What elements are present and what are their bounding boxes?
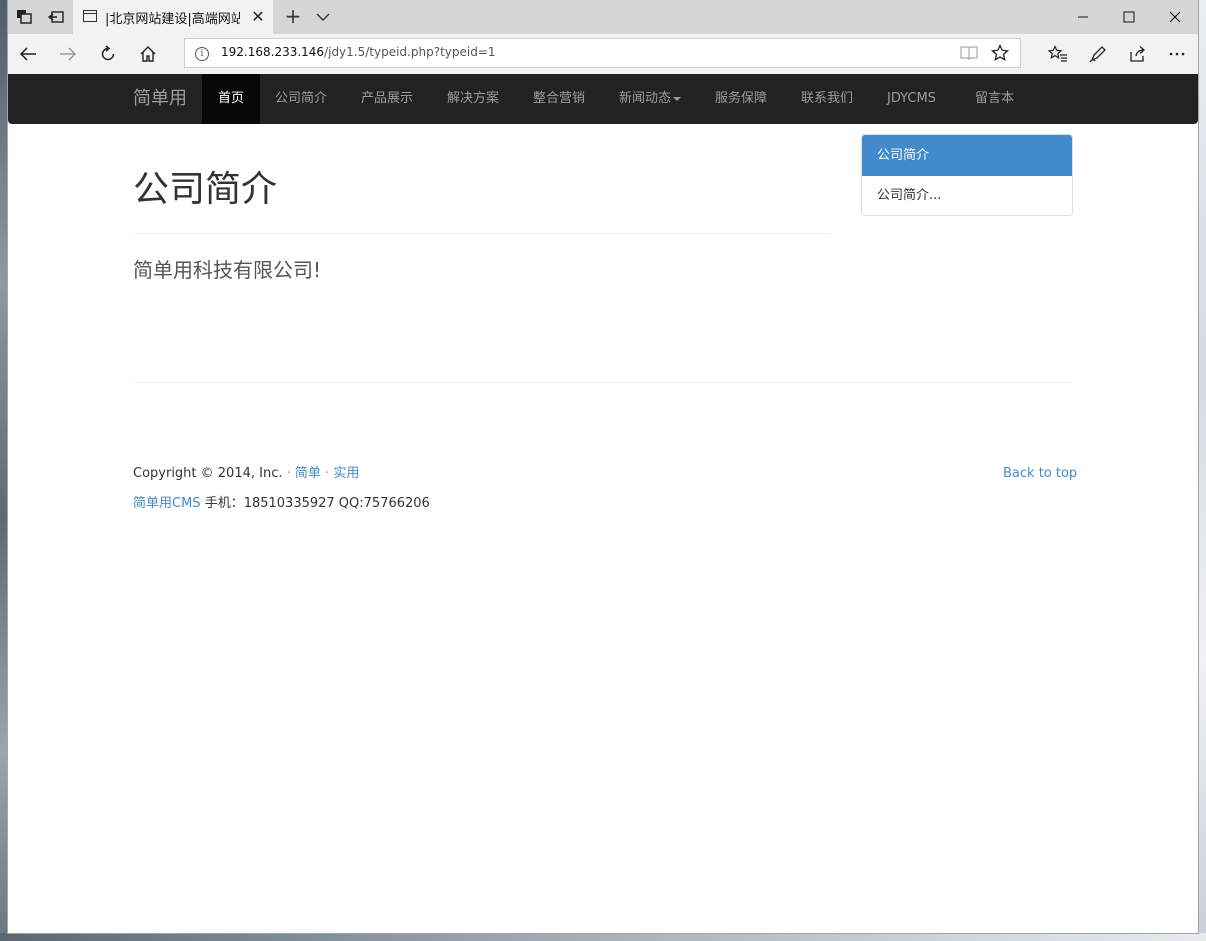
- site-info-icon[interactable]: i: [195, 47, 209, 61]
- footer-copyright-line: Copyright © 2014, Inc. · 简单 · 实用: [133, 466, 359, 482]
- footer-link-simple[interactable]: 简单: [295, 466, 321, 481]
- divider: [133, 233, 831, 234]
- site-navbar: 简单用 首页 公司简介 产品展示 解决方案 整合营销 新闻动态 服务保障 联系我…: [8, 74, 1198, 124]
- page-title: 公司简介: [133, 169, 278, 210]
- footer-contact-line: 简单用CMS 手机：18510335927 QQ:75766206: [133, 496, 430, 512]
- refresh-icon[interactable]: [96, 42, 120, 66]
- tab-title: |北京网站建设|高端网站: [105, 12, 240, 27]
- new-tab-icon[interactable]: +: [282, 6, 304, 28]
- minimize-icon[interactable]: [1060, 0, 1106, 34]
- footer-divider: [133, 382, 1073, 383]
- nav-item-service[interactable]: 服务保障: [715, 74, 767, 124]
- reading-view-icon[interactable]: [960, 45, 978, 65]
- nav-item-solutions[interactable]: 解决方案: [447, 74, 499, 124]
- tab-bar: |北京网站建设|高端网站 ✕ +: [8, 0, 1198, 34]
- footer-link-practical[interactable]: 实用: [333, 466, 359, 481]
- lead-text: 简单用科技有限公司!: [133, 258, 322, 282]
- browser-window: |北京网站建设|高端网站 ✕ + i 192.168.233.146/jdy1.…: [8, 0, 1198, 933]
- sidebar-item-about[interactable]: 公司简介...: [862, 176, 1072, 215]
- caret-down-icon: [673, 96, 682, 101]
- nav-item-products[interactable]: 产品展示: [361, 74, 413, 124]
- sidebar-header: 公司简介: [862, 135, 1072, 176]
- contact-text: 手机：18510335927 QQ:75766206: [204, 496, 430, 511]
- address-bar[interactable]: i 192.168.233.146/jdy1.5/typeid.php?type…: [184, 38, 1021, 68]
- favorites-list-icon[interactable]: [1046, 42, 1070, 66]
- desktop-background-bottom: [0, 933, 1206, 941]
- page-icon: [83, 10, 97, 22]
- browser-toolbar: i 192.168.233.146/jdy1.5/typeid.php?type…: [8, 34, 1198, 74]
- copyright-text: Copyright © 2014, Inc.: [133, 466, 283, 481]
- desktop-background-left: [0, 0, 8, 941]
- more-dots-icon[interactable]: [1165, 42, 1189, 66]
- nav-item-jdycms[interactable]: JDYCMS: [887, 74, 936, 124]
- browser-tab-active[interactable]: |北京网站建设|高端网站 ✕: [73, 0, 273, 34]
- back-to-top-link[interactable]: Back to top: [1003, 466, 1077, 482]
- maximize-icon[interactable]: [1106, 0, 1152, 34]
- back-arrow-icon[interactable]: [16, 42, 40, 66]
- close-tab-icon[interactable]: ✕: [249, 8, 267, 26]
- set-aside-icon[interactable]: [46, 7, 66, 27]
- nav-item-about[interactable]: 公司简介: [275, 74, 327, 124]
- star-icon[interactable]: [990, 43, 1010, 66]
- separator: ·: [286, 466, 291, 481]
- nav-item-home[interactable]: 首页: [202, 74, 260, 124]
- nav-item-marketing[interactable]: 整合营销: [533, 74, 585, 124]
- nav-item-news[interactable]: 新闻动态: [619, 74, 682, 124]
- url-text: 192.168.233.146/jdy1.5/typeid.php?typeid…: [221, 45, 496, 59]
- desktop-background-right: [1198, 0, 1206, 941]
- nav-item-news-label: 新闻动态: [619, 91, 672, 106]
- chevron-down-icon[interactable]: [312, 6, 334, 28]
- share-icon[interactable]: [1125, 42, 1149, 66]
- separator: ·: [325, 466, 330, 481]
- nav-item-guestbook[interactable]: 留言本: [975, 74, 1014, 124]
- site-brand[interactable]: 简单用: [133, 88, 187, 110]
- home-icon[interactable]: [136, 42, 160, 66]
- sidebar-panel: 公司简介 公司简介...: [861, 134, 1073, 216]
- footer-cms-link[interactable]: 简单用CMS: [133, 496, 201, 511]
- close-window-icon[interactable]: [1152, 0, 1198, 34]
- pen-icon[interactable]: [1086, 42, 1110, 66]
- nav-item-contact[interactable]: 联系我们: [801, 74, 853, 124]
- forward-arrow-icon[interactable]: [56, 42, 80, 66]
- tabs-aside-icon[interactable]: [14, 7, 34, 27]
